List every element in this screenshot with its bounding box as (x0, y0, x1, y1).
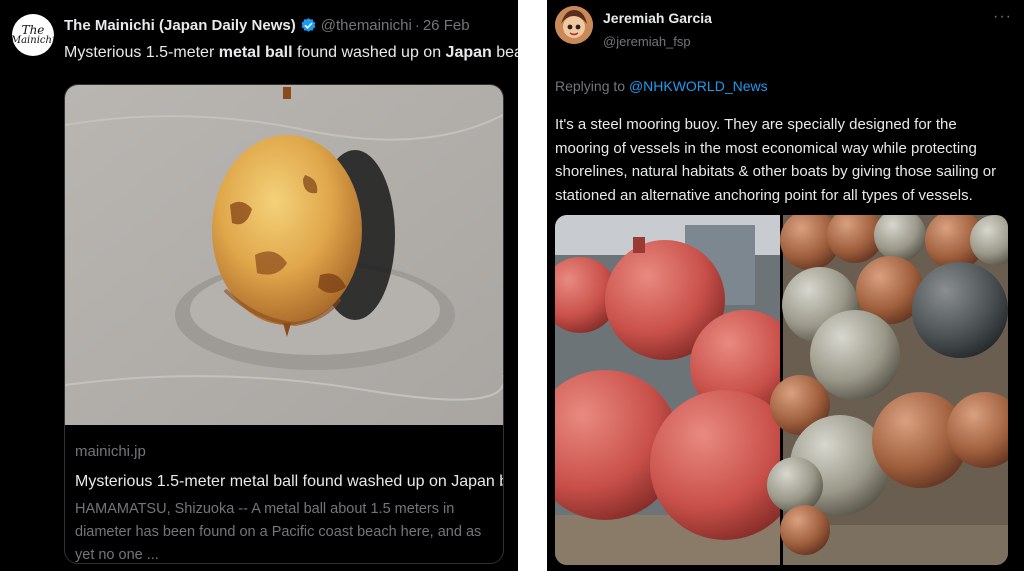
tweet-header: The Mainichi (Japan Daily News) @themain… (64, 14, 470, 36)
jeremiah-avatar[interactable] (555, 6, 593, 44)
replying-to-mention[interactable]: @NHKWORLD_News (629, 78, 768, 94)
link-preview-card[interactable]: mainichi.jp Mysterious 1.5-meter metal b… (64, 84, 504, 564)
author-name[interactable]: Jeremiah Garcia (603, 10, 712, 26)
tweet-text-part: Mysterious 1.5-meter (64, 44, 219, 61)
card-domain: mainichi.jp (75, 443, 146, 460)
left-tweet-panel: The Mainichi The Mainichi (Japan Daily N… (0, 0, 518, 571)
card-description: HAMAMATSU, Shizuoka -- A metal ball abou… (75, 501, 482, 563)
tweet-text: It's a steel mooring buoy. They are spec… (555, 116, 997, 204)
card-title[interactable]: Mysterious 1.5-meter metal ball found wa… (75, 473, 503, 491)
author-handle[interactable]: @themainichi (321, 17, 412, 34)
tweet-text-bold: Japan (445, 44, 492, 61)
author-handle[interactable]: @jeremiah_fsp (603, 34, 691, 49)
tweet-date[interactable]: 26 Feb (423, 17, 470, 34)
rusty-buoys-photo[interactable] (767, 215, 1008, 565)
replying-to-prefix: Replying to (555, 78, 629, 94)
verified-badge-icon (300, 17, 317, 34)
red-buoys-photo[interactable] (555, 215, 800, 565)
author-name[interactable]: The Mainichi (Japan Daily News) (64, 17, 296, 34)
tweet-text: Mysterious 1.5-meter metal ball found wa… (64, 44, 518, 62)
avatar-text-line2: Mainichi (10, 34, 56, 46)
right-tweet-panel: Jeremiah Garcia @jeremiah_fsp ··· Replyi… (547, 0, 1024, 571)
media-grid (555, 215, 1008, 565)
date-separator: · (414, 16, 420, 34)
metal-ball-beach-photo[interactable] (65, 85, 503, 425)
tweet-text-bold: metal ball (218, 44, 293, 61)
more-options-icon[interactable]: ··· (993, 8, 1012, 26)
tweet-text-part: found washed up on (292, 44, 446, 61)
mainichi-avatar[interactable]: The Mainichi (10, 14, 56, 56)
card-meta: mainichi.jp Mysterious 1.5-meter metal b… (75, 443, 503, 563)
replying-to: Replying to @NHKWORLD_News (555, 78, 768, 94)
tweet-text-part: beach (496, 44, 518, 61)
